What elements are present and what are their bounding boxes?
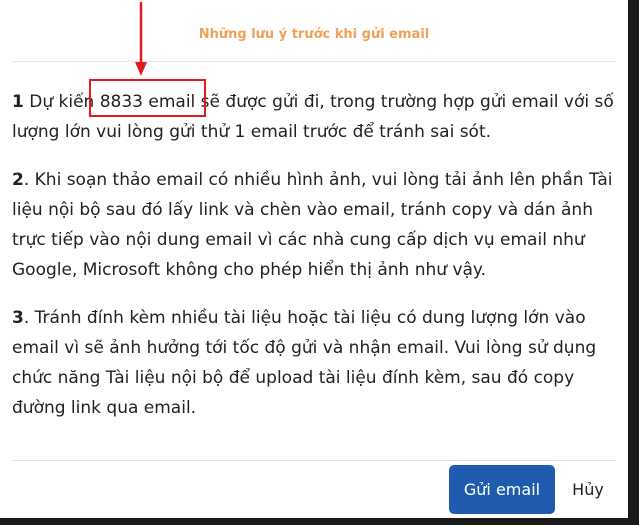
email-notice-dialog: Những lưu ý trước khi gửi email 1 Dự kiế… <box>0 0 628 518</box>
cancel-button[interactable]: Hủy <box>562 465 614 514</box>
send-email-button[interactable]: Gửi email <box>449 465 555 514</box>
dialog-body: 1 Dự kiến 8833 email sẽ được gửi đi, tro… <box>12 87 624 441</box>
annotation-highlight-box <box>89 79 206 117</box>
notice-paragraph-2: 2. Khi soạn thảo email có nhiều hình ảnh… <box>12 165 624 285</box>
paragraph-number: 1 <box>12 92 24 112</box>
paragraph-text: . Tránh đính kèm nhiều tài liệu hoặc tài… <box>12 308 597 418</box>
footer-divider <box>12 460 616 461</box>
annotation-arrow-icon <box>135 2 147 76</box>
header-divider <box>12 61 616 62</box>
paragraph-number: 2 <box>12 170 24 190</box>
dialog-title: Những lưu ý trước khi gửi email <box>198 27 430 42</box>
paragraph-number: 3 <box>12 308 24 328</box>
paragraph-text: . Khi soạn thảo email có nhiều hình ảnh,… <box>12 170 613 280</box>
notice-paragraph-3: 3. Tránh đính kèm nhiều tài liệu hoặc tà… <box>12 303 624 423</box>
paragraph-text-start: Dự kiế <box>23 92 84 112</box>
